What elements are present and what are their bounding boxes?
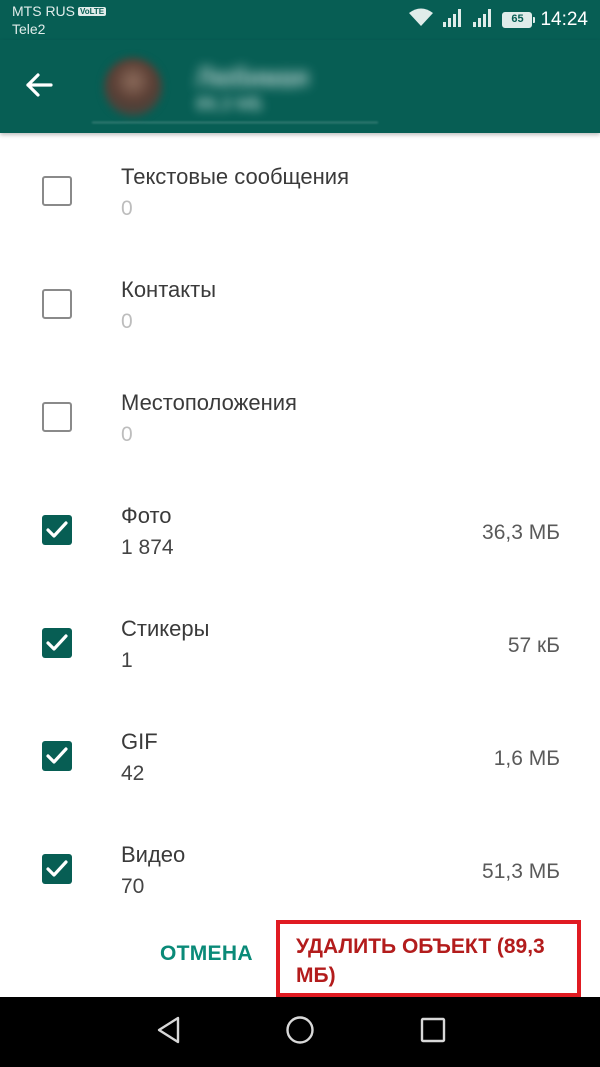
- item-label: Местоположения: [121, 390, 297, 415]
- nav-recents-button[interactable]: [416, 1015, 450, 1049]
- item-label: Стикеры: [121, 616, 210, 641]
- item-count: 70: [121, 875, 145, 898]
- item-count: 42: [121, 762, 145, 785]
- list-item-locations[interactable]: Местоположения 0: [0, 359, 600, 472]
- checkbox-unchecked[interactable]: [42, 289, 72, 319]
- item-count: 1: [121, 649, 133, 672]
- carrier-primary: MTS RUS VoLTE: [12, 3, 107, 19]
- item-count: 1 874: [121, 536, 174, 559]
- wifi-icon: [408, 8, 434, 33]
- list-item-contacts[interactable]: Контакты 0: [0, 246, 600, 359]
- checkmark-icon: [46, 521, 68, 538]
- contact-name[interactable]: Любимая: [196, 62, 308, 93]
- item-count: 0: [121, 310, 133, 333]
- checkbox-checked[interactable]: [42, 628, 72, 658]
- carrier-primary-label: MTS RUS: [12, 3, 75, 19]
- navigation-bar: [0, 997, 600, 1067]
- status-icons: 65 14:24: [408, 8, 588, 32]
- checkbox-checked[interactable]: [42, 515, 72, 545]
- volte-badge: VoLTE: [78, 7, 107, 16]
- item-label: GIF: [121, 729, 158, 754]
- app-bar: Любимая 89,3 МБ: [0, 40, 600, 133]
- home-circle-icon: [284, 1014, 316, 1051]
- clock: 14:24: [540, 9, 588, 30]
- list-item-video[interactable]: Видео 70 51,3 МБ: [0, 811, 600, 924]
- item-count: 0: [121, 197, 133, 220]
- back-button[interactable]: [18, 66, 60, 108]
- item-size: 57 кБ: [507, 634, 560, 657]
- delete-button[interactable]: УДАЛИТЬ ОБЪЕКТ (89,3 МБ): [296, 932, 576, 990]
- status-bar: MTS RUS VoLTE Tele2 65 14:24: [0, 0, 600, 40]
- back-triangle-icon: [155, 1015, 183, 1050]
- item-label: Фото: [121, 503, 172, 528]
- carrier-secondary: Tele2: [12, 21, 46, 37]
- recents-square-icon: [419, 1016, 447, 1049]
- checkmark-icon: [46, 860, 68, 877]
- delete-highlight-frame: УДАЛИТЬ ОБЪЕКТ (89,3 МБ): [276, 920, 581, 997]
- signal-icon: [442, 8, 464, 33]
- avatar[interactable]: [104, 58, 162, 116]
- signal-icon: [472, 8, 494, 33]
- battery-icon: 65: [502, 12, 536, 28]
- list-item-gif[interactable]: GIF 42 1,6 МБ: [0, 698, 600, 811]
- checkbox-unchecked[interactable]: [42, 176, 72, 206]
- list-item-photos[interactable]: Фото 1 874 36,3 МБ: [0, 472, 600, 585]
- checkmark-icon: [46, 747, 68, 764]
- item-size: 36,3 МБ: [482, 521, 560, 544]
- item-size: 1,6 МБ: [493, 747, 560, 770]
- nav-home-button[interactable]: [283, 1015, 317, 1049]
- back-arrow-icon: [24, 70, 54, 105]
- contact-subtitle: 89,3 МБ: [196, 94, 263, 114]
- checkbox-unchecked[interactable]: [42, 402, 72, 432]
- item-label: Видео: [121, 842, 186, 867]
- item-count: 0: [121, 423, 133, 446]
- nav-back-button[interactable]: [152, 1015, 186, 1049]
- checkbox-checked[interactable]: [42, 854, 72, 884]
- list-item-stickers[interactable]: Стикеры 1 57 кБ: [0, 585, 600, 698]
- checkbox-checked[interactable]: [42, 741, 72, 771]
- header-divider: [92, 122, 378, 123]
- checkmark-icon: [46, 634, 68, 651]
- cancel-button[interactable]: ОТМЕНА: [150, 938, 263, 970]
- item-size: 51,3 МБ: [482, 860, 560, 883]
- item-label: Контакты: [121, 277, 217, 302]
- item-label: Текстовые сообщения: [121, 164, 349, 189]
- list-item-text-messages[interactable]: Текстовые сообщения 0: [0, 133, 600, 246]
